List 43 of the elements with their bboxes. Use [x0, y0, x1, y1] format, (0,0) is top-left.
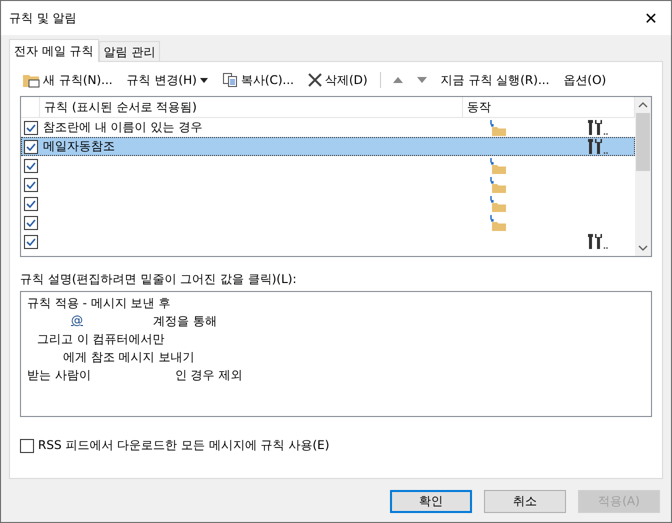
tab[interactable]: 전자 메일 규칙: [9, 39, 99, 62]
rule-row[interactable]: 메일자동참조: [21, 137, 635, 156]
checkbox[interactable]: [24, 120, 38, 134]
description-text: 에게 참조 메시지 보내기: [63, 349, 194, 366]
scrollbar[interactable]: [635, 97, 651, 256]
rule-name: 메일자동참조: [43, 138, 116, 155]
description-text: 인 경우 제외: [174, 367, 242, 384]
description-text: 받는 사람이: [27, 367, 91, 384]
description-text: 계정을 통해: [153, 313, 217, 330]
cancel-button[interactable]: 취소: [484, 490, 566, 513]
delete-button[interactable]: 삭제(D): [306, 72, 370, 88]
tab[interactable]: 알림 관리: [98, 41, 160, 61]
close-button[interactable]: ✕: [631, 1, 671, 35]
value-link[interactable]: @: [71, 313, 83, 331]
checkbox-label: RSS 피드에서 다운로드한 모든 메시지에 규칙 사용(E): [38, 437, 330, 454]
triangle-up-icon: [392, 76, 403, 84]
checkbox[interactable]: [24, 216, 38, 230]
options-button[interactable]: 옵션(O): [561, 72, 608, 88]
checkbox[interactable]: [20, 438, 34, 452]
caret-icon: [200, 78, 208, 82]
description-label: 규칙 설명(편집하려면 밑줄이 그어진 값을 클릭)(L):: [20, 271, 298, 288]
description-text: 규칙 적용 - 메시지 보낸 후: [27, 295, 170, 312]
move-up-button[interactable]: [390, 76, 405, 84]
checkbox[interactable]: [24, 158, 38, 172]
copy-icon: [222, 72, 238, 88]
ok-button[interactable]: 확인: [390, 490, 472, 513]
checkbox[interactable]: [24, 196, 38, 210]
run-rules-button[interactable]: 지금 규칙 실행(R)...: [438, 72, 552, 88]
rule-row[interactable]: 참조란에 내 이름이 있는 경우: [21, 118, 635, 137]
triangle-down-icon: [416, 76, 427, 84]
column-header[interactable]: 규칙 (표시된 순서로 적용됨): [40, 97, 463, 117]
folder-icon: [22, 72, 40, 88]
delete-icon: [308, 73, 322, 87]
new-rule-button[interactable]: 새 규칙(N)...: [20, 72, 115, 88]
checkbox[interactable]: [24, 140, 38, 154]
change-rule-button[interactable]: 규칙 변경(H): [124, 72, 210, 88]
rule-name: 참조란에 내 이름이 있는 경우: [43, 119, 204, 136]
description-text: 그리고 이 컴퓨터에서만: [37, 331, 165, 348]
checkbox[interactable]: [24, 234, 38, 248]
window-title: 규칙 및 알림: [9, 10, 77, 26]
copy-button[interactable]: 복사(C)...: [220, 72, 296, 88]
checkbox[interactable]: [24, 178, 38, 192]
move-down-button[interactable]: [414, 76, 429, 84]
